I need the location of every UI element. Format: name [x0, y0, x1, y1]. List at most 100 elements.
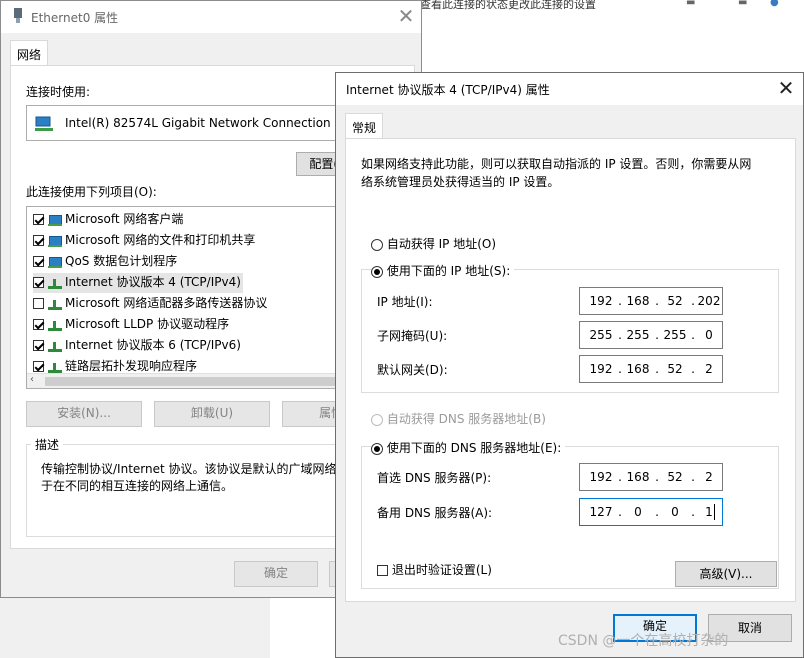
validate-on-exit-label: 退出时验证设置(L) [391, 563, 492, 577]
background-window: 查看此连接的状态 更改此连接的设置 ▬ ▬ ● [420, 0, 804, 12]
list-item-selected[interactable]: Internet 协议版本 4 (TCP/IPv4) [33, 273, 243, 293]
octet: 255 [626, 328, 650, 342]
radio-button[interactable] [371, 265, 383, 278]
octet: 52 [667, 294, 683, 308]
tab-general[interactable]: 常规 [345, 113, 384, 141]
checkbox[interactable] [33, 256, 44, 267]
octet: 202 [697, 294, 721, 308]
radio-button[interactable] [371, 413, 383, 426]
octet-separator: . [618, 362, 622, 376]
octet: 0 [671, 505, 679, 519]
octet: 0 [705, 328, 713, 342]
octet: 192 [589, 470, 613, 484]
network-client-icon [48, 214, 62, 226]
protocol-icon [48, 319, 62, 331]
octet: 192 [589, 362, 613, 376]
bg-window-control-icon: ▬ [686, 0, 696, 8]
alternate-dns-label: 备用 DNS 服务器(A): [377, 506, 493, 520]
list-item[interactable]: Microsoft LLDP 协议驱动程序 [33, 315, 229, 335]
ok-button[interactable]: 确定 [234, 561, 318, 587]
title-bar: Ethernet0 属性 ✕ [1, 1, 421, 33]
octet: 168 [626, 470, 650, 484]
octet-separator: . [618, 328, 622, 342]
file-share-icon [48, 235, 62, 247]
description-text: 于在不同的相互连接的网络上通信。 [41, 479, 234, 493]
octet-separator: . [655, 362, 659, 376]
checkbox[interactable] [33, 235, 44, 246]
adapter-name: Intel(R) 82574L Gigabit Network Connecti… [65, 116, 331, 130]
list-item[interactable]: Microsoft 网络的文件和打印机共享 [33, 231, 255, 251]
preferred-dns-label: 首选 DNS 服务器(P): [377, 471, 492, 485]
scrollbar-thumb[interactable] [45, 377, 341, 386]
uninstall-button[interactable]: 卸载(U) [154, 401, 270, 427]
network-adapter-icon [35, 116, 53, 132]
octet-separator: . [618, 505, 622, 519]
horizontal-scrollbar[interactable]: ‹ [27, 373, 343, 388]
background-window-body [270, 598, 336, 658]
list-item-label: Microsoft 网络客户端 [65, 212, 184, 226]
octet-separator: . [618, 470, 622, 484]
list-item-label: 链路层拓扑发现响应程序 [65, 359, 198, 373]
checkbox[interactable] [33, 214, 44, 225]
list-item-label: Internet 协议版本 6 (TCP/IPv6) [65, 338, 241, 352]
protocol-icon [48, 340, 62, 352]
list-item-label: Microsoft LLDP 协议驱动程序 [65, 317, 230, 331]
octet: 127 [589, 505, 613, 519]
checkbox[interactable] [33, 298, 44, 309]
list-item-label: Microsoft 网络适配器多路传送器协议 [65, 296, 268, 310]
manual-ip-radio[interactable]: 使用下面的 IP 地址(S): [371, 262, 515, 279]
ipv4-properties-dialog: Internet 协议版本 4 (TCP/IPv4) 属性 ✕ 常规 如果网络支… [335, 72, 804, 658]
protocol-icon [48, 277, 62, 289]
octet-separator: . [655, 505, 659, 519]
gateway-input[interactable]: 192 . 168 . 52 . 2 [579, 355, 723, 383]
subnet-mask-input[interactable]: 255 . 255 . 255 . 0 [579, 321, 723, 349]
manual-dns-radio[interactable]: 使用下面的 DNS 服务器地址(E): [371, 439, 566, 456]
ip-address-label: IP 地址(I): [377, 295, 433, 309]
list-item[interactable]: Microsoft 网络客户端 [33, 210, 183, 230]
checkbox[interactable] [33, 319, 44, 330]
validate-on-exit-checkbox[interactable]: 退出时验证设置(L) [377, 561, 496, 578]
auto-dns-label: 自动获得 DNS 服务器地址(B) [386, 412, 546, 426]
radio-button[interactable] [371, 238, 383, 251]
ethernet-adapter-icon [13, 8, 23, 24]
tab-network[interactable]: 网络 [10, 40, 49, 68]
manual-dns-label: 使用下面的 DNS 服务器地址(E): [386, 441, 562, 455]
bg-link-settings: 更改此连接的设置 [508, 0, 596, 11]
title-bar: Internet 协议版本 4 (TCP/IPv4) 属性 ✕ [336, 73, 803, 105]
close-icon[interactable]: ✕ [772, 75, 800, 101]
list-item[interactable]: Microsoft 网络适配器多路传送器协议 [33, 294, 267, 314]
text-caret [714, 504, 715, 520]
checkbox[interactable] [33, 340, 44, 351]
watermark: CSDN @一个在高校打杂的 [558, 633, 729, 649]
manual-ip-label: 使用下面的 IP 地址(S): [386, 264, 511, 278]
tab-panel: 如果网络支持此功能，则可以获取自动指派的 IP 设置。否则，你需要从网 络系统管… [345, 138, 796, 602]
scroll-left-icon[interactable]: ‹ [30, 374, 34, 385]
list-item[interactable]: Internet 协议版本 6 (TCP/IPv6) [33, 336, 241, 356]
items-list[interactable]: Microsoft 网络客户端 Microsoft 网络的文件和打印机共享 Qo… [26, 206, 344, 389]
advanced-button[interactable]: 高级(V)... [675, 561, 777, 587]
list-item[interactable]: QoS 数据包计划程序 [33, 252, 177, 272]
checkbox[interactable] [377, 565, 388, 576]
octet: 168 [626, 294, 650, 308]
ip-address-input[interactable]: 192 . 168 . 52 . 202 [579, 287, 723, 315]
radio-button[interactable] [371, 442, 383, 455]
octet: 255 [663, 328, 687, 342]
checkbox[interactable] [33, 361, 44, 372]
octet: 192 [589, 294, 613, 308]
checkbox[interactable] [33, 277, 44, 288]
octet-separator: . [655, 470, 659, 484]
alternate-dns-input[interactable]: 127 . 0 . 0 . 1 [579, 498, 723, 526]
auto-dns-radio[interactable]: 自动获得 DNS 服务器地址(B) [371, 410, 550, 427]
octet-separator: . [655, 328, 659, 342]
octet: 255 [589, 328, 613, 342]
list-item-label: QoS 数据包计划程序 [65, 254, 178, 268]
connect-using-label: 连接时使用: [26, 85, 91, 99]
auto-ip-radio[interactable]: 自动获得 IP 地址(O) [371, 235, 501, 252]
list-item-label: Internet 协议版本 4 (TCP/IPv4) [65, 275, 241, 289]
octet: 52 [667, 470, 683, 484]
install-button[interactable]: 安装(N)... [26, 401, 142, 427]
close-icon[interactable]: ✕ [392, 3, 420, 29]
preferred-dns-input[interactable]: 192 . 168 . 52 . 2 [579, 463, 723, 491]
adapter-box: Intel(R) 82574L Gigabit Network Connecti… [26, 105, 356, 141]
octet-separator: . [655, 294, 659, 308]
